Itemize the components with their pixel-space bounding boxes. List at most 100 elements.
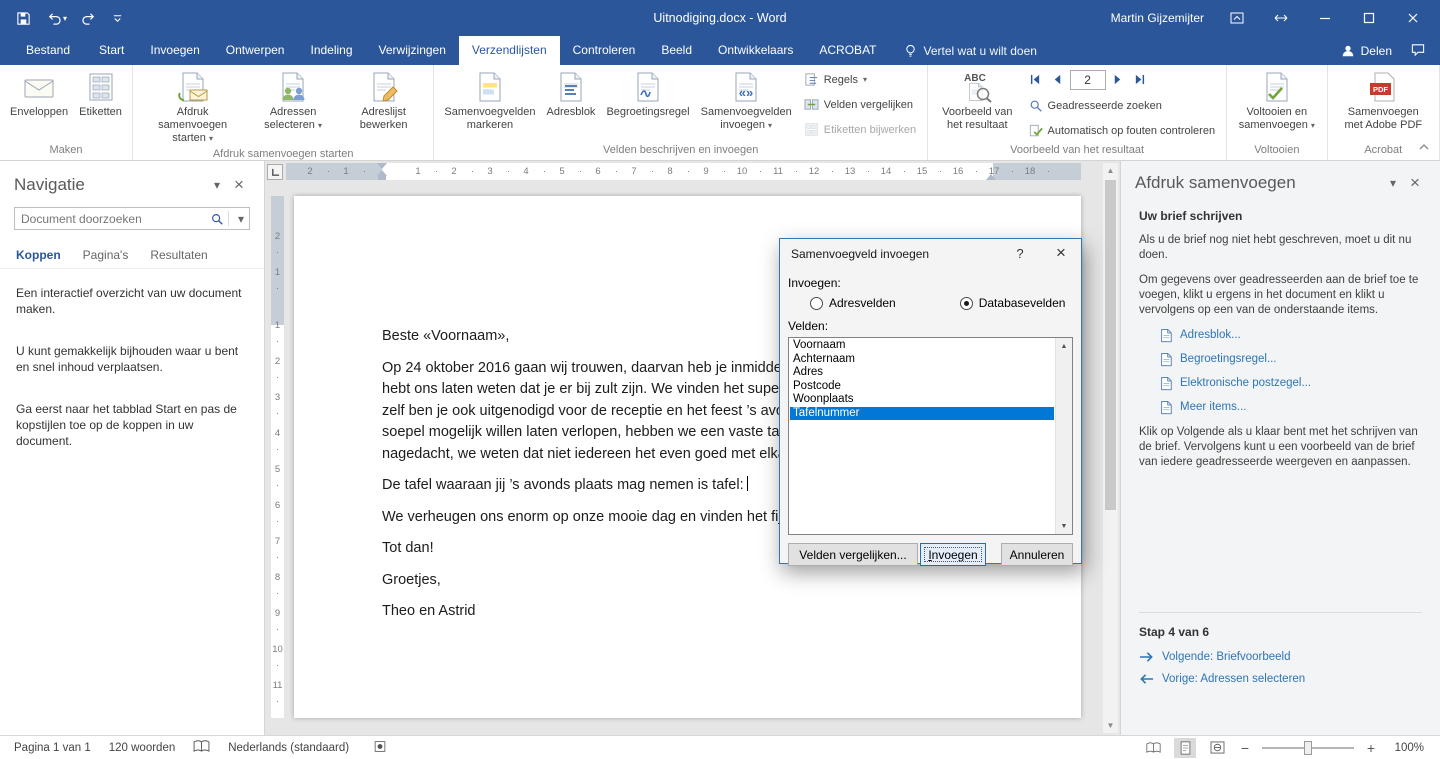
taskpane-link[interactable]: Meer items...	[1159, 400, 1422, 415]
edit-recipient-list-button[interactable]: Adreslijst bewerken	[339, 67, 429, 146]
merge-field-option[interactable]: Voornaam	[790, 339, 1054, 353]
minimize-button[interactable]	[1314, 7, 1336, 29]
scroll-up-icon[interactable]: ▲	[1103, 163, 1118, 178]
taskpane-link[interactable]: Adresblok...	[1159, 328, 1422, 343]
preview-results-button[interactable]: ABC Voorbeeld van het resultaat	[933, 67, 1021, 142]
ribbon-display-options-button[interactable]	[1226, 7, 1248, 29]
wizard-next-link[interactable]: Volgende: Briefvoorbeeld	[1139, 651, 1422, 663]
close-window-button[interactable]	[1402, 7, 1424, 29]
taskpane-link[interactable]: Elektronische postzegel...	[1159, 376, 1422, 391]
ribbon-tab[interactable]: Indeling	[297, 36, 365, 65]
scroll-up-icon[interactable]: ▲	[1056, 338, 1072, 354]
address-block-button[interactable]: Adresblok	[542, 67, 601, 142]
word-count[interactable]: 120 woorden	[109, 742, 176, 754]
merge-to-adobe-pdf-button[interactable]: PDF Samenvoegen met Adobe PDF	[1333, 67, 1434, 142]
zoom-in-button[interactable]: +	[1364, 740, 1378, 756]
merge-field-option[interactable]: Postcode	[790, 380, 1054, 394]
navpane-close-button[interactable]: ×	[228, 175, 250, 195]
merge-field-option[interactable]: Achternaam	[790, 353, 1054, 367]
insert-merge-field-button[interactable]: «» Samenvoegvelden invoegen ▾	[696, 67, 797, 142]
envelopes-button[interactable]: Enveloppen	[5, 67, 73, 142]
listbox-scrollbar[interactable]: ▲ ▼	[1055, 338, 1072, 534]
navpane-options-button[interactable]: ▾	[206, 178, 228, 192]
database-fields-radio[interactable]: Databasevelden	[960, 296, 1066, 310]
search-input[interactable]	[21, 212, 210, 226]
taskpane-link[interactable]: Begroetingsregel...	[1159, 352, 1422, 367]
first-line-indent-marker[interactable]	[377, 163, 387, 169]
next-record-button[interactable]	[1108, 70, 1128, 90]
highlight-merge-fields-button[interactable]: Samenvoegvelden markeren	[439, 67, 540, 142]
left-indent-marker[interactable]	[378, 176, 386, 180]
finish-and-merge-button[interactable]: Voltooien en samenvoegen ▾	[1232, 67, 1321, 142]
collapse-ribbon-button[interactable]	[1418, 141, 1430, 155]
greeting-line-button[interactable]: Begroetingsregel	[601, 67, 694, 142]
ribbon-tab[interactable]: Verwijzingen	[366, 36, 459, 65]
dialog-close-button[interactable]: ×	[1041, 239, 1081, 268]
read-mode-view-button[interactable]	[1142, 738, 1164, 758]
proofing-status[interactable]	[193, 740, 210, 756]
save-button[interactable]	[16, 11, 31, 26]
select-recipients-button[interactable]: Adressen selecteren ▾	[248, 67, 338, 146]
macro-recording-button[interactable]	[373, 740, 387, 756]
navpane-tab[interactable]: Resultaten	[150, 248, 207, 262]
match-fields-button[interactable]: Velden vergelijken	[801, 94, 919, 116]
scrollbar-thumb[interactable]	[1105, 180, 1116, 510]
start-mail-merge-button[interactable]: Afdruk samenvoegen starten ▾	[138, 67, 247, 146]
fit-window-button[interactable]	[1270, 7, 1292, 29]
customize-quick-access-button[interactable]	[112, 13, 123, 24]
ribbon-tab[interactable]: Verzendlijsten	[459, 36, 560, 65]
right-indent-marker[interactable]	[986, 174, 996, 180]
tell-me-box[interactable]: Vertel wat u wilt doen	[904, 36, 1037, 65]
wizard-previous-link[interactable]: Vorige: Adressen selecteren	[1139, 673, 1422, 685]
rules-button[interactable]: Regels ▾	[801, 69, 919, 91]
ribbon-tab[interactable]: Start	[86, 36, 137, 65]
ribbon-tab[interactable]: ACROBAT	[806, 36, 889, 65]
cancel-button[interactable]: Annuleren	[1001, 543, 1073, 566]
match-fields-dialog-button[interactable]: Velden vergelijken...	[788, 543, 918, 566]
ribbon-tab[interactable]: Controleren	[560, 36, 649, 65]
share-button[interactable]: Delen	[1341, 44, 1392, 58]
page-indicator[interactable]: Pagina 1 van 1	[14, 742, 91, 754]
feedback-button[interactable]	[1410, 42, 1426, 60]
search-icon[interactable]	[210, 212, 224, 226]
signed-in-user[interactable]: Martin Gijzemijter	[1111, 11, 1204, 25]
undo-button[interactable]: ▾	[46, 11, 67, 26]
address-fields-radio[interactable]: Adresvelden	[810, 296, 896, 310]
dialog-help-button[interactable]: ?	[1005, 239, 1035, 268]
find-recipient-button[interactable]: Geadresseerde zoeken	[1026, 95, 1219, 117]
check-for-errors-button[interactable]: Automatisch op fouten controleren	[1026, 120, 1219, 142]
document-scrollbar[interactable]: ▲ ▼	[1103, 163, 1118, 733]
zoom-level[interactable]: 100%	[1388, 742, 1424, 754]
tab-stop-selector[interactable]	[267, 164, 283, 180]
repeat-button[interactable]	[82, 11, 97, 26]
ribbon-tab[interactable]: Ontwikkelaars	[705, 36, 806, 65]
zoom-slider-thumb[interactable]	[1304, 741, 1312, 755]
insert-button[interactable]: Invoegen	[920, 543, 986, 566]
merge-field-option[interactable]: Tafelnummer	[790, 407, 1054, 421]
language-indicator[interactable]: Nederlands (standaard)	[228, 742, 349, 754]
last-record-button[interactable]	[1130, 70, 1150, 90]
zoom-slider[interactable]	[1262, 747, 1354, 749]
dialog-titlebar[interactable]: Samenvoegveld invoegen ? ×	[780, 239, 1081, 268]
navpane-tab[interactable]: Koppen	[16, 248, 61, 262]
labels-button[interactable]: Etiketten	[74, 67, 127, 142]
ribbon-tab[interactable]: Bestand	[10, 36, 86, 65]
ribbon-tab[interactable]: Invoegen	[137, 36, 212, 65]
maximize-button[interactable]	[1358, 7, 1380, 29]
scroll-down-icon[interactable]: ▼	[1103, 718, 1118, 733]
print-layout-view-button[interactable]	[1174, 738, 1196, 758]
taskpane-close-button[interactable]: ×	[1404, 173, 1426, 193]
search-options-button[interactable]: ▾	[233, 212, 249, 226]
zoom-out-button[interactable]: −	[1238, 740, 1252, 756]
previous-record-button[interactable]	[1048, 70, 1068, 90]
ribbon-tab[interactable]: Beeld	[648, 36, 705, 65]
navpane-tab[interactable]: Pagina's	[83, 248, 129, 262]
merge-field-option[interactable]: Adres	[790, 366, 1054, 380]
record-number-input[interactable]	[1070, 70, 1106, 90]
ribbon-tab[interactable]: Ontwerpen	[213, 36, 298, 65]
scroll-down-icon[interactable]: ▼	[1056, 518, 1072, 534]
merge-field-option[interactable]: Woonplaats	[790, 393, 1054, 407]
taskpane-options-button[interactable]: ▾	[1382, 176, 1404, 190]
first-record-button[interactable]	[1026, 70, 1046, 90]
web-layout-view-button[interactable]	[1206, 738, 1228, 758]
